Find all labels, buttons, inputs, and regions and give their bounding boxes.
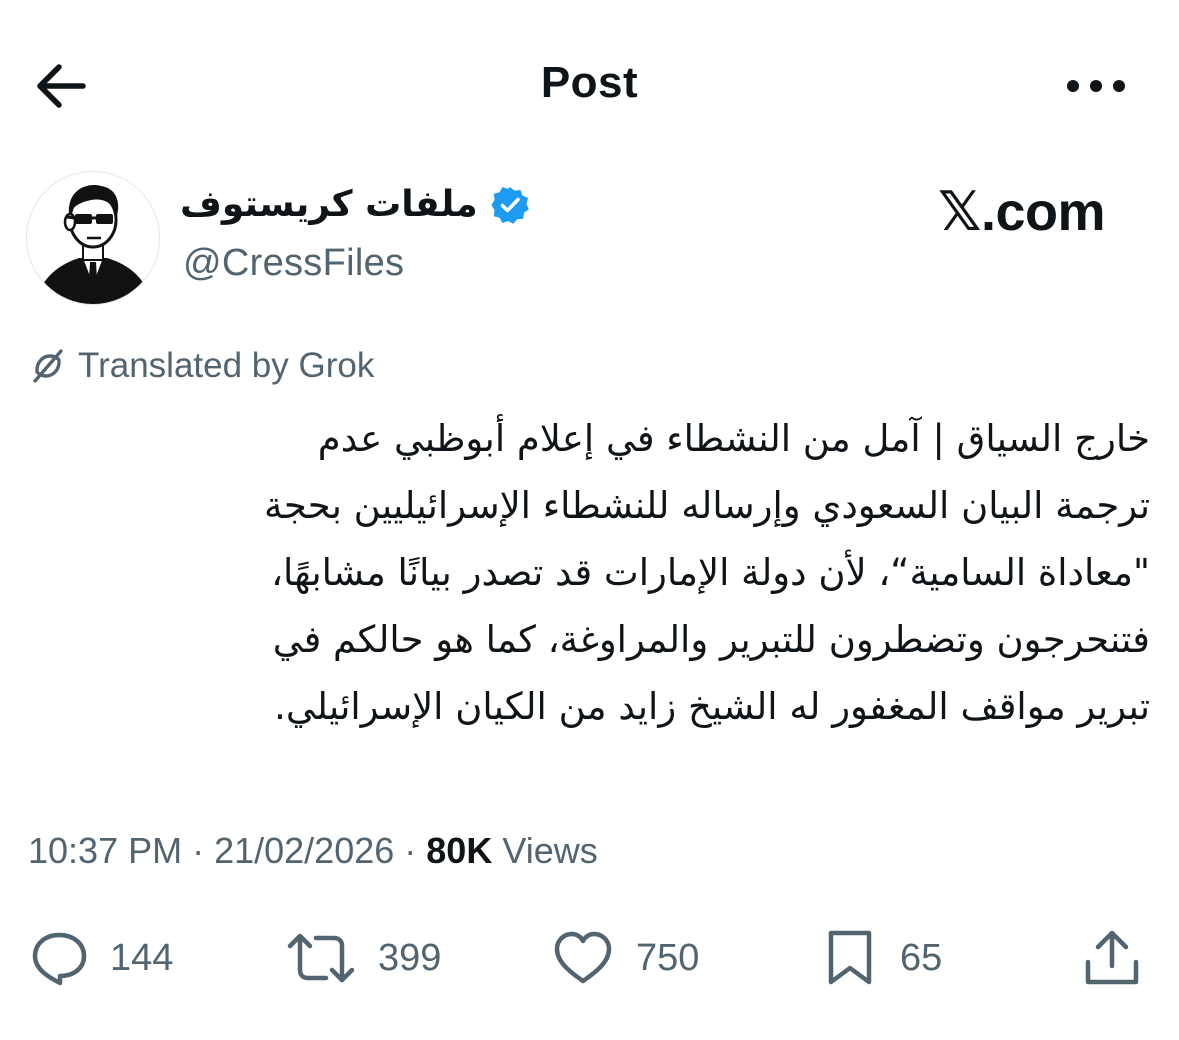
translated-by-grok[interactable]: Translated by Grok: [28, 346, 374, 386]
x-com-watermark: 𝕏.com: [938, 182, 1106, 242]
author-name-row[interactable]: ملفات كريستوف: [180, 184, 530, 225]
reply-icon: [32, 932, 87, 986]
share-icon: [1085, 930, 1139, 985]
avatar-portrait-image: [27, 172, 159, 304]
arrow-left-icon: [37, 64, 86, 108]
bookmark-icon: [828, 930, 872, 985]
tweet-line: خارج السياق | آمل من النشطاء في إعلام أب…: [317, 417, 1150, 460]
back-button[interactable]: [28, 56, 92, 116]
author-avatar[interactable]: [27, 172, 159, 304]
author-display-name[interactable]: ملفات كريستوف: [180, 184, 478, 225]
tweet-line: "معاداة السامية“، لأن دولة الإمارات قد ت…: [271, 551, 1150, 594]
meta-separator: ·: [182, 830, 215, 871]
views-label: Views: [502, 830, 598, 871]
translate-icon: [33, 349, 63, 383]
repost-button[interactable]: 399: [286, 920, 441, 996]
repost-icon: [287, 933, 355, 983]
tweet-line: ترجمة البيان السعودي وإرساله للنشطاء الإ…: [264, 484, 1150, 527]
tweet-line: فتنحرجون وتضطرون للتبرير والمراوغة، كما …: [272, 618, 1150, 661]
like-button[interactable]: 750: [552, 920, 699, 996]
page-title: Post: [540, 58, 639, 107]
reply-button[interactable]: 144: [30, 920, 173, 996]
reply-count: 144: [110, 936, 174, 979]
author-handle[interactable]: @CressFiles: [183, 242, 404, 285]
bookmark-count: 65: [900, 936, 943, 979]
like-count: 750: [636, 936, 700, 979]
translated-label: Translated by Grok: [78, 346, 375, 385]
more-options-button[interactable]: [1056, 62, 1136, 110]
heart-icon: [554, 931, 612, 984]
views-count: 80K: [426, 830, 493, 871]
post-meta: 10:37 PM · 21/02/2026 · 80K Views: [28, 830, 598, 872]
action-bar: 144 399 750 65: [0, 920, 1179, 996]
repost-count: 399: [378, 936, 442, 979]
top-bar: Post: [0, 0, 1179, 170]
share-button[interactable]: [1082, 920, 1142, 996]
post-date[interactable]: 21/02/2026: [214, 830, 394, 871]
verified-badge-icon: [491, 186, 529, 224]
meta-separator: ·: [394, 830, 427, 871]
more-horizontal-icon: [1067, 80, 1125, 92]
tweet-body: خارج السياق | آمل من النشطاء في إعلام أب…: [30, 405, 1150, 740]
post-time[interactable]: 10:37 PM: [28, 830, 182, 871]
bookmark-button[interactable]: 65: [822, 920, 942, 996]
tweet-line: تبرير مواقف المغفور له الشيخ زايد من الك…: [274, 685, 1150, 728]
